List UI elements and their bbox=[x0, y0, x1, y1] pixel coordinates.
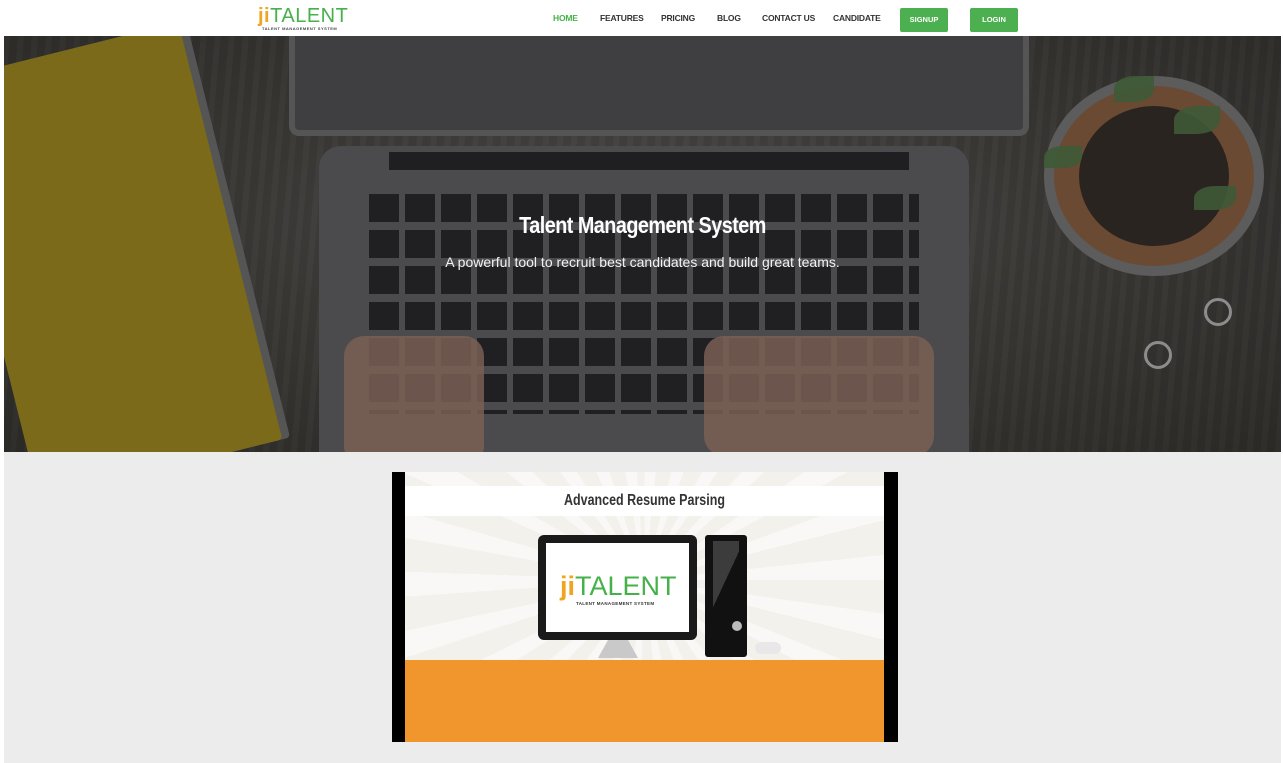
logo-tagline: TALENT MANAGEMENT SYSTEM bbox=[262, 26, 338, 31]
monitor-logo: jiTALENT bbox=[560, 571, 677, 601]
nav-features[interactable]: FEATURES bbox=[600, 13, 644, 23]
logo-wordmark: jiTALENT bbox=[258, 5, 349, 27]
video-frame: Advanced Resume Parsing jiTALENT TALENT … bbox=[405, 472, 884, 742]
monitor-screen: jiTALENT TALENT MANAGEMENT SYSTEM bbox=[546, 543, 689, 632]
computer-tower-image bbox=[705, 535, 747, 657]
signup-button[interactable]: SIGNUP bbox=[900, 8, 948, 32]
power-button-icon bbox=[732, 621, 742, 631]
monitor-logo-tagline: TALENT MANAGEMENT SYSTEM bbox=[576, 601, 655, 606]
hero-subtitle: A powerful tool to recruit best candidat… bbox=[445, 254, 840, 270]
video-title: Advanced Resume Parsing bbox=[564, 492, 725, 509]
leaf-icon bbox=[1114, 76, 1154, 102]
nav-blog[interactable]: BLOG bbox=[717, 13, 741, 23]
nav-home[interactable]: HOME bbox=[553, 13, 578, 23]
top-navbar: jiTALENT TALENT MANAGEMENT SYSTEM HOME F… bbox=[0, 0, 1283, 36]
leaf-icon bbox=[1044, 146, 1082, 168]
video-title-bar: Advanced Resume Parsing bbox=[405, 486, 884, 516]
monitor-image: jiTALENT TALENT MANAGEMENT SYSTEM bbox=[538, 535, 697, 640]
nav-contact-us[interactable]: CONTACT US bbox=[762, 13, 815, 23]
nav-pricing[interactable]: PRICING bbox=[661, 13, 695, 23]
leaf-icon bbox=[1174, 106, 1220, 134]
earphone-icon bbox=[1144, 341, 1172, 369]
login-button[interactable]: LOGIN bbox=[970, 8, 1018, 32]
video-player[interactable]: Advanced Resume Parsing jiTALENT TALENT … bbox=[392, 472, 898, 742]
laptop-hinge-image bbox=[389, 152, 909, 170]
laptop-screen-image bbox=[289, 36, 1029, 136]
video-orange-band bbox=[405, 660, 884, 742]
tower-shine bbox=[713, 541, 739, 651]
hero-banner: Talent Management System A powerful tool… bbox=[4, 36, 1281, 452]
earphone-icon bbox=[1204, 298, 1232, 326]
right-hand-image bbox=[704, 336, 934, 452]
mouse-image bbox=[755, 642, 781, 654]
leaf-icon bbox=[1194, 186, 1236, 210]
nav-candidate[interactable]: CANDIDATE bbox=[833, 13, 881, 23]
left-hand-image bbox=[344, 336, 484, 452]
hero-title: Talent Management System bbox=[519, 212, 766, 238]
